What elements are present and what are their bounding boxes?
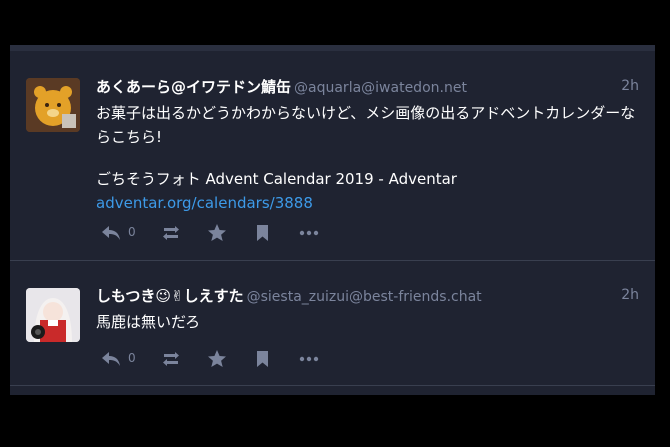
boost-icon[interactable]: [160, 223, 182, 243]
display-name[interactable]: しもつき😉✌しえすた: [96, 287, 244, 305]
status-item[interactable]: あくあーら@イワテドン鯖缶 @aquarla@iwatedon.net 2h お菓…: [10, 63, 655, 261]
bookmark-icon[interactable]: [252, 223, 274, 243]
status-header[interactable]: しもつき😉✌しえすた @siesta_zuizui@best-friends.ch…: [96, 286, 641, 307]
status-header[interactable]: あくあーら@イワテドン鯖缶 @aquarla@iwatedon.net: [96, 77, 641, 98]
timeline-column: あくあーら@イワテドン鯖缶 @aquarla@iwatedon.net 2h お菓…: [10, 45, 655, 395]
status-text: 馬鹿は無いだろ: [96, 313, 201, 331]
reply-count: 0: [128, 351, 136, 365]
status-content: お菓子は出るかどうかわからないけど、メシ画像の出るアドベントカレンダーならこちら…: [96, 101, 637, 215]
favourite-icon[interactable]: [206, 349, 228, 369]
account-handle[interactable]: @aquarla@iwatedon.net: [294, 80, 467, 96]
status-text: お菓子は出るかどうかわからないけど、メシ画像の出るアドベントカレンダーならこちら…: [96, 104, 636, 146]
more-icon[interactable]: [298, 223, 320, 243]
bookmark-icon[interactable]: [252, 349, 274, 369]
avatar[interactable]: [26, 288, 80, 342]
status-text: ごちそうフォト Advent Calendar 2019 - Adventar: [96, 170, 457, 188]
timestamp[interactable]: 2h: [621, 287, 639, 303]
reply-count: 0: [128, 225, 136, 239]
favourite-icon[interactable]: [206, 223, 228, 243]
account-handle[interactable]: @siesta_zuizui@best-friends.chat: [247, 289, 482, 305]
reply-icon[interactable]: [100, 223, 122, 243]
timestamp[interactable]: 2h: [621, 78, 639, 94]
more-icon[interactable]: [298, 349, 320, 369]
boost-icon[interactable]: [160, 349, 182, 369]
reply-icon[interactable]: [100, 349, 122, 369]
status-content: 馬鹿は無いだろ: [96, 310, 637, 334]
status-item[interactable]: しもつき😉✌しえすた @siesta_zuizui@best-friends.ch…: [10, 266, 655, 386]
status-link[interactable]: adventar.org/calendars/3888: [96, 191, 637, 215]
avatar[interactable]: [26, 78, 80, 132]
display-name[interactable]: あくあーら@イワテドン鯖缶: [96, 78, 291, 96]
